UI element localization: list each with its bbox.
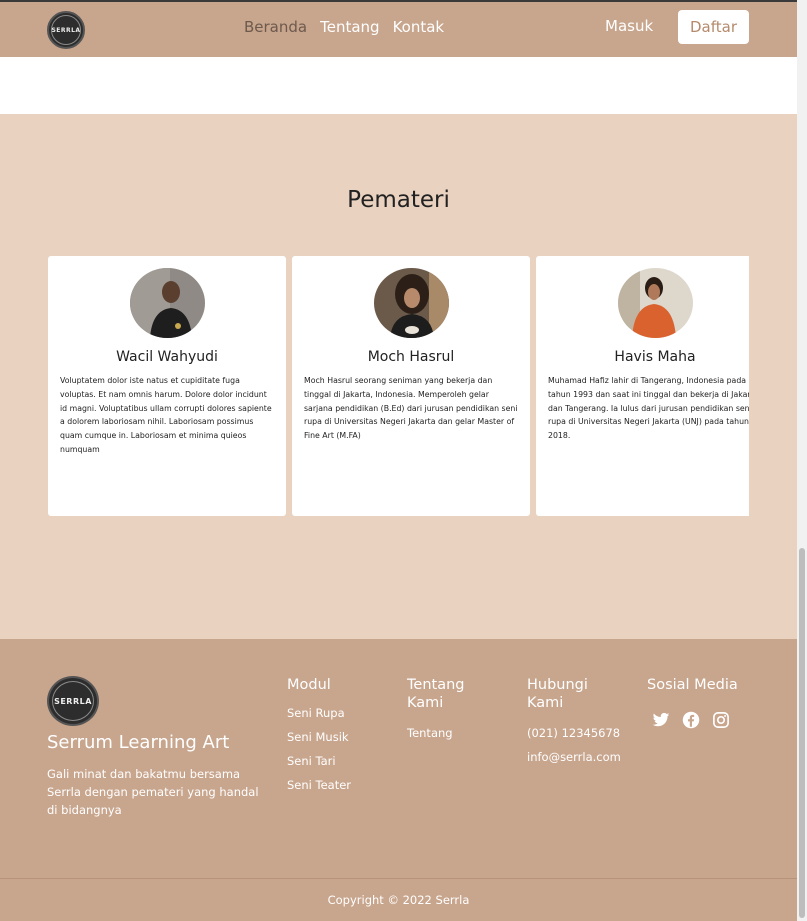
pemateri-bio: Moch Hasrul seorang seniman yang bekerja… [304, 376, 518, 441]
facebook-icon[interactable] [682, 711, 700, 729]
footer-hubungi-column: Hubungi Kami (021) 12345678 info@serrla.… [527, 676, 637, 764]
footer-link-tentang[interactable]: Tentang [407, 726, 517, 740]
twitter-icon[interactable] [652, 711, 670, 729]
footer-link-seni-musik[interactable]: Seni Musik [287, 730, 397, 744]
logo-text: SERRLA [51, 26, 81, 34]
footer-link-seni-tari[interactable]: Seni Tari [287, 754, 397, 768]
footer-column-title: Hubungi Kami [527, 677, 588, 711]
copyright-text: Copyright © 2022 Serrla [327, 893, 470, 907]
avatar [618, 268, 693, 338]
navbar-logo[interactable]: SERRLA [47, 11, 85, 49]
footer-modul-column: Modul Seni Rupa Seni Musik Seni Tari Sen… [287, 676, 397, 792]
window-top-border [0, 0, 807, 2]
social-icons [652, 711, 730, 729]
pemateri-name: Moch Hasrul [367, 349, 455, 365]
nav-link-beranda[interactable]: Beranda [244, 18, 307, 36]
scrollbar-thumb[interactable] [799, 548, 805, 918]
footer-brand: Serrum Learning Art [47, 732, 230, 753]
page-scrollbar[interactable] [797, 0, 807, 921]
pemateri-section: Pemateri Wacil Wahyudi Voluptatem dolor … [0, 114, 797, 639]
section-title: Pemateri [347, 187, 450, 213]
pemateri-card: Wacil Wahyudi Voluptatem dolor iste natu… [48, 256, 286, 516]
register-button[interactable]: Daftar [678, 10, 749, 44]
logo-text: SERRLA [54, 696, 92, 706]
avatar [374, 268, 449, 338]
instagram-icon[interactable] [712, 711, 730, 729]
footer-phone: (021) 12345678 [527, 726, 621, 740]
footer-email-link[interactable]: info@serrla.com [527, 750, 637, 764]
footer-link-seni-rupa[interactable]: Seni Rupa [287, 706, 397, 720]
footer-column-title: Sosial Media [647, 677, 738, 693]
navbar: SERRLA Beranda Tentang Kontak Masuk Daft… [0, 2, 797, 57]
pemateri-card: Havis Maha Muhamad Hafiz lahir di Tanger… [536, 256, 749, 516]
avatar [130, 268, 205, 338]
pemateri-bio: Muhamad Hafiz lahir di Tangerang, Indone… [548, 376, 749, 441]
pemateri-name: Wacil Wahyudi [116, 349, 218, 365]
pemateri-card: Moch Hasrul Moch Hasrul seorang seniman … [292, 256, 530, 516]
nav-links: Beranda Tentang Kontak [244, 18, 444, 36]
footer-column-title: Modul [287, 677, 331, 693]
pemateri-carousel[interactable]: Wacil Wahyudi Voluptatem dolor iste natu… [48, 256, 749, 516]
pemateri-bio: Voluptatem dolor iste natus et cupiditat… [60, 376, 272, 454]
nav-link-kontak[interactable]: Kontak [393, 18, 445, 36]
footer-logo[interactable]: SERRLA [47, 676, 99, 726]
footer: SERRLA Serrum Learning Art Gali minat da… [0, 639, 797, 921]
footer-column-title: Tentang Kami [407, 677, 465, 711]
nav-link-tentang[interactable]: Tentang [320, 18, 379, 36]
footer-link-seni-teater[interactable]: Seni Teater [287, 778, 397, 792]
pemateri-name: Havis Maha [614, 349, 696, 365]
footer-description: Gali minat dan bakatmu bersama Serrla de… [47, 767, 259, 817]
footer-tentang-column: Tentang Kami Tentang [407, 676, 517, 740]
login-link[interactable]: Masuk [605, 17, 653, 35]
footer-divider [0, 878, 797, 879]
footer-sosial-column: Sosial Media [647, 676, 767, 694]
